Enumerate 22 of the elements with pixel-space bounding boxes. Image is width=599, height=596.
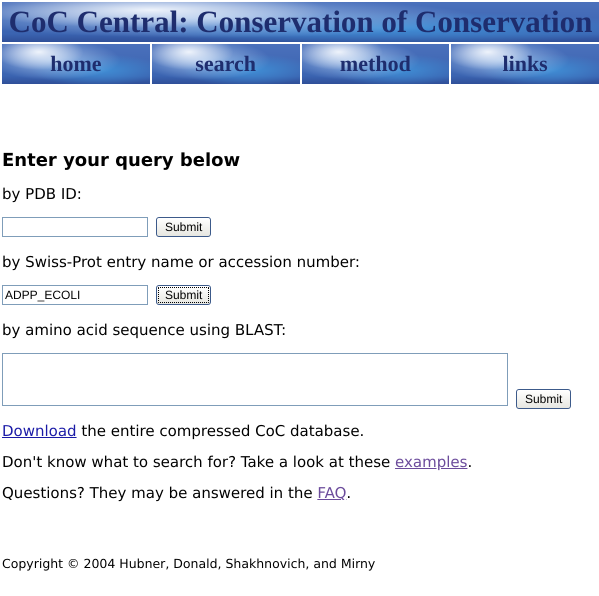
submit-button[interactable]: Submit — [156, 285, 212, 305]
info-sentence: Download the entire compressed CoC database. — [2, 422, 366, 440]
nav-tab[interactable]: search — [152, 44, 300, 84]
nav-tab[interactable]: links — [451, 44, 599, 84]
sequence-field[interactable] — [2, 353, 508, 406]
field-label: by Swiss-Prot entry name or accession number: — [2, 253, 361, 271]
text-link[interactable]: FAQ — [317, 484, 346, 502]
field-label: by amino acid sequence using BLAST: — [2, 321, 288, 339]
text-link[interactable]: examples — [395, 453, 468, 471]
field-label: by PDB ID: — [2, 185, 83, 203]
input-field[interactable] — [2, 217, 148, 237]
site-title: CoC Central: Conservation of Conservation — [8, 4, 592, 40]
query-heading: Enter your query below — [2, 150, 242, 171]
info-sentence: Questions? They may be answered in the FAQ. — [2, 484, 352, 502]
copyright-notice: Copyright © 2004 Hubner, Donald, Shakhnovich, and Mirny — [2, 556, 376, 571]
text-link[interactable]: Download — [2, 422, 77, 440]
info-sentence: Don't know what to search for? Take a look at these examples. — [2, 453, 474, 471]
nav-tab[interactable]: method — [302, 44, 450, 84]
nav-tab[interactable]: home — [2, 44, 150, 84]
input-field[interactable]: ADPP_ECOLI — [2, 285, 148, 305]
submit-button[interactable]: Submit — [156, 217, 212, 237]
submit-button[interactable]: Submit — [516, 389, 572, 409]
